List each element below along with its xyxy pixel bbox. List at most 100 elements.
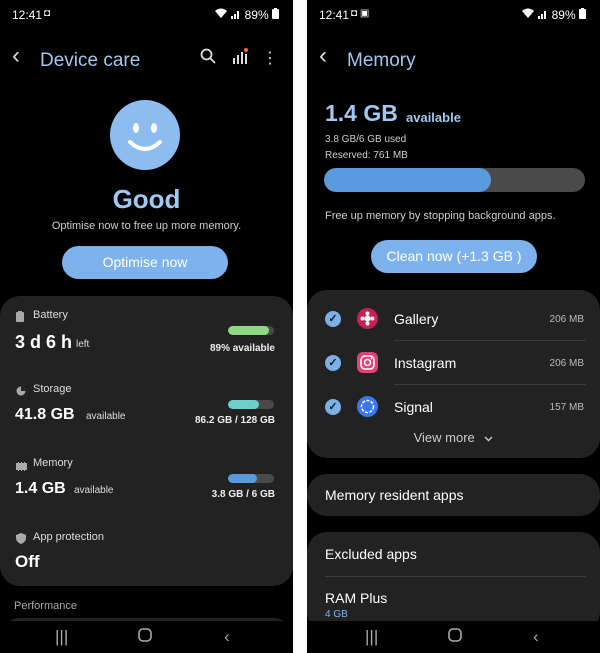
performance-section-label: Performance bbox=[14, 600, 77, 612]
app-row-signal[interactable]: ✓ Signal 157 MB bbox=[307, 386, 600, 426]
memory-row[interactable]: Memory 1.4 GB available 3.8 GB / 6 GB bbox=[0, 454, 293, 516]
signal-app-icon bbox=[357, 396, 378, 417]
battery-value: 3 d 6 h bbox=[15, 332, 73, 352]
battery-label: Battery bbox=[33, 309, 68, 321]
recent-apps-icon[interactable]: ||| bbox=[55, 627, 68, 647]
memory-available-value: 1.4 GB bbox=[325, 100, 398, 126]
battery-icon bbox=[272, 8, 279, 22]
memory-available-suffix: available bbox=[406, 110, 461, 125]
memory-value: 1.4 GB bbox=[15, 480, 66, 497]
optimise-now-button[interactable]: Optimise now bbox=[62, 246, 228, 279]
status-right: 89% bbox=[521, 8, 586, 22]
memory-bar-fill bbox=[228, 474, 257, 483]
instagram-icon bbox=[357, 352, 378, 373]
check-icon[interactable]: ✓ bbox=[325, 399, 341, 415]
divider bbox=[394, 384, 586, 385]
wifi-icon bbox=[521, 8, 538, 22]
page-title: Memory bbox=[347, 50, 416, 71]
background-apps-card: ✓ Gallery 206 MB ✓ Instagram 206 MB ✓ Si… bbox=[307, 290, 600, 458]
storage-detail: 86.2 GB / 128 GB bbox=[194, 415, 275, 426]
memory-bar bbox=[228, 474, 274, 483]
app-protection-row[interactable]: App protection Off bbox=[0, 528, 293, 580]
storage-bar-fill bbox=[228, 400, 259, 409]
clean-now-button[interactable]: Clean now (+1.3 GB ) bbox=[371, 240, 537, 273]
view-more-button[interactable]: View more bbox=[307, 430, 600, 445]
device-care-screen: 12:41 ◘ 89% ‹ Device care ⋮ Good Optimis… bbox=[0, 0, 293, 653]
check-icon[interactable]: ✓ bbox=[325, 355, 341, 371]
back-icon[interactable]: ‹ bbox=[12, 42, 20, 70]
memory-usage-bar-fill bbox=[324, 168, 492, 192]
signal-icon bbox=[538, 8, 551, 22]
app-name: Instagram bbox=[394, 355, 457, 371]
status-bar: 12:41 ◘ 89% bbox=[0, 0, 293, 30]
divider bbox=[325, 576, 586, 577]
app-size: 206 MB bbox=[549, 314, 584, 325]
memory-detail: 3.8 GB / 6 GB bbox=[211, 489, 275, 500]
app-header: ‹ Memory bbox=[307, 42, 600, 74]
device-status-card: Battery 3 d 6 h left 89% available Stora… bbox=[0, 296, 293, 586]
battery-bar bbox=[228, 326, 274, 335]
app-header: ‹ Device care ⋮ bbox=[0, 42, 293, 74]
app-name: Signal bbox=[394, 399, 433, 415]
excluded-apps-label: Excluded apps bbox=[325, 546, 417, 562]
search-icon[interactable] bbox=[200, 48, 216, 69]
memory-reserved-text: Reserved: 761 MB bbox=[325, 150, 408, 161]
care-status-label: Good bbox=[112, 184, 181, 214]
navigation-bar: ||| ‹ bbox=[0, 621, 293, 653]
free-up-text: Free up memory by stopping background ap… bbox=[325, 210, 556, 222]
battery-icon bbox=[579, 8, 586, 22]
battery-bar-fill bbox=[228, 326, 269, 335]
wifi-icon bbox=[214, 8, 231, 22]
memory-usage-bar bbox=[324, 168, 585, 192]
back-nav-icon[interactable]: ‹ bbox=[533, 627, 539, 647]
notification-icons: ◘ bbox=[44, 8, 51, 19]
back-icon[interactable]: ‹ bbox=[319, 42, 327, 70]
chevron-down-icon bbox=[484, 430, 493, 445]
page-title: Device care bbox=[40, 50, 141, 71]
app-protection-value: Off bbox=[15, 552, 40, 571]
app-protection-label: App protection bbox=[33, 531, 104, 543]
check-icon[interactable]: ✓ bbox=[325, 311, 341, 327]
diagnostics-icon[interactable] bbox=[232, 48, 248, 69]
storage-small-icon bbox=[16, 383, 26, 401]
app-row-gallery[interactable]: ✓ Gallery 206 MB bbox=[307, 298, 600, 338]
memory-used-text: 3.8 GB/6 GB used bbox=[325, 134, 407, 145]
excluded-apps-item[interactable]: Excluded apps bbox=[307, 532, 600, 576]
memory-resident-apps-label: Memory resident apps bbox=[325, 487, 464, 503]
app-size: 206 MB bbox=[549, 358, 584, 369]
memory-resident-apps-item[interactable]: Memory resident apps bbox=[307, 474, 600, 516]
status-bar: 12:41 ◘ ▣ 89% bbox=[307, 0, 600, 30]
recent-apps-icon[interactable]: ||| bbox=[365, 627, 378, 647]
home-icon[interactable] bbox=[138, 627, 152, 647]
status-right: 89% bbox=[214, 8, 279, 22]
ram-plus-item[interactable]: RAM Plus 4 GB bbox=[307, 578, 600, 622]
storage-label: Storage bbox=[33, 383, 72, 395]
navigation-bar: ||| ‹ bbox=[307, 621, 600, 653]
status-time: 12:41 bbox=[12, 8, 43, 22]
ram-plus-value: 4 GB bbox=[325, 609, 348, 620]
smiley-icon bbox=[110, 100, 180, 170]
battery-suffix: left bbox=[76, 339, 90, 350]
memory-small-icon bbox=[16, 458, 27, 476]
home-icon[interactable] bbox=[448, 627, 462, 647]
battery-detail: 89% available bbox=[209, 343, 275, 354]
battery-small-icon bbox=[16, 309, 24, 327]
battery-percent: 89% bbox=[551, 8, 576, 22]
app-size: 157 MB bbox=[549, 402, 584, 413]
memory-suffix: available bbox=[74, 485, 114, 496]
storage-suffix: available bbox=[86, 411, 126, 422]
battery-percent: 89% bbox=[244, 8, 269, 22]
status-time: 12:41 bbox=[319, 8, 350, 22]
app-row-instagram[interactable]: ✓ Instagram 206 MB bbox=[307, 342, 600, 382]
shield-icon bbox=[16, 531, 26, 549]
view-more-label: View more bbox=[413, 430, 475, 445]
settings-card: Excluded apps RAM Plus 4 GB bbox=[307, 532, 600, 632]
back-nav-icon[interactable]: ‹ bbox=[224, 627, 230, 647]
storage-row[interactable]: Storage 41.8 GB available 86.2 GB / 128 … bbox=[0, 380, 293, 442]
ram-plus-label: RAM Plus bbox=[325, 590, 388, 606]
battery-row[interactable]: Battery 3 d 6 h left 89% available bbox=[0, 306, 293, 368]
storage-value: 41.8 GB bbox=[15, 406, 75, 423]
more-options-icon[interactable]: ⋮ bbox=[262, 48, 278, 68]
memory-screen: 12:41 ◘ ▣ 89% ‹ Memory 1.4 GB available … bbox=[307, 0, 600, 653]
memory-label: Memory bbox=[33, 457, 73, 469]
